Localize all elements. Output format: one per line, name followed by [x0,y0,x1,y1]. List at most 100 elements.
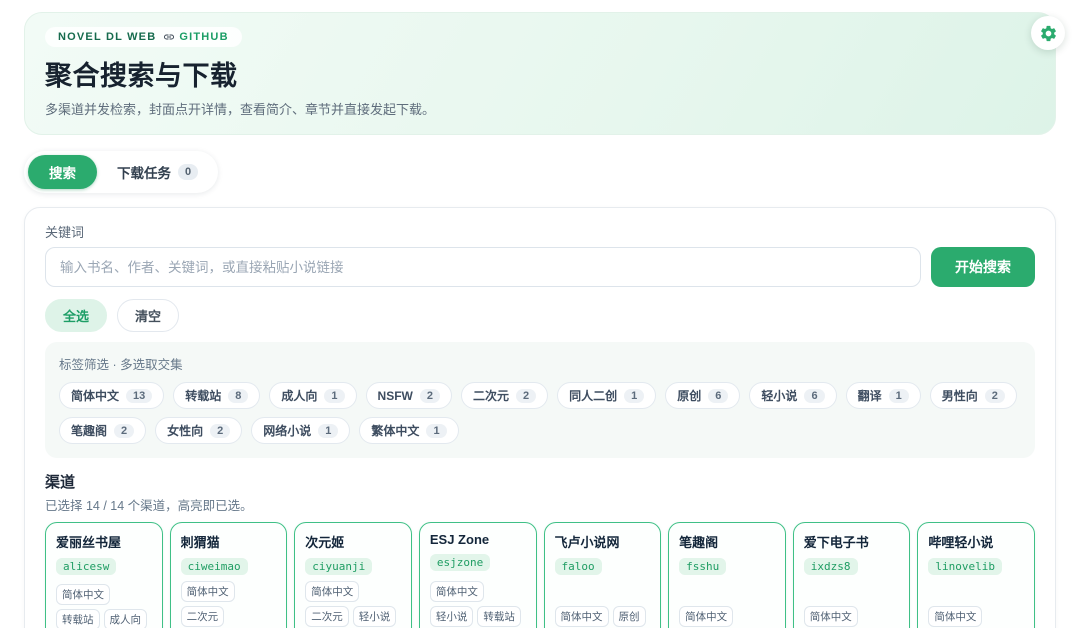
channels-heading: 渠道 [45,471,1035,492]
search-row: 开始搜索 [45,247,1035,287]
github-label: GITHUB [179,31,228,43]
filter-tag-count: 1 [318,424,338,438]
filter-tag-chip[interactable]: NSFW 2 [366,382,452,409]
filter-tag-label: 网络小说 [263,422,311,439]
channel-tag-list: 简体中文轻小说转载站 [928,600,1024,628]
channel-tag: 简体中文 [679,606,733,627]
channel-tag-list: 简体中文二次元轻小说原创 [305,575,401,628]
filter-tag-label: 二次元 [473,387,509,404]
channel-grid: 爱丽丝书屋 alicesw 简体中文转载站成人向NSFW 刺猬猫 ciweima… [45,522,1035,628]
tab-downloads[interactable]: 下载任务 0 [101,155,214,189]
channel-card[interactable]: 刺猬猫 ciweimao 简体中文二次元同人二创原创 [170,522,288,628]
filter-tag-chip[interactable]: 男性向 2 [930,382,1017,409]
tab-search[interactable]: 搜索 [28,155,97,189]
filter-tag-chip[interactable]: 轻小说 6 [749,382,836,409]
channel-code-badge: ixdzs8 [804,558,858,575]
github-link[interactable]: GITHUB [163,31,228,43]
filter-tag-label: 原创 [677,387,701,404]
filter-tag-chip[interactable]: 翻译 1 [846,382,921,409]
channel-tag: 轻小说 [430,606,474,627]
tag-filter-hint: 标签筛选 · 多选取交集 [59,354,1021,373]
channel-card[interactable]: 爱丽丝书屋 alicesw 简体中文转载站成人向NSFW [45,522,163,628]
start-search-button[interactable]: 开始搜索 [931,247,1035,287]
channel-tag: 二次元 [305,606,349,627]
channel-tag: 简体中文 [305,581,359,602]
filter-tag-count: 6 [804,389,824,403]
channel-tag: 轻小说 [353,606,397,627]
filter-tag-chip[interactable]: 笔趣阁 2 [59,417,146,444]
filter-tag-chip[interactable]: 原创 6 [665,382,740,409]
channel-tag: 简体中文 [928,606,982,627]
filter-tag-count: 2 [420,389,440,403]
page: NOVEL DL WEB GITHUB 聚合搜索与下载 多渠道并发检索，封面点开… [0,0,1080,628]
filter-tag-label: 翻译 [858,387,882,404]
clear-button[interactable]: 清空 [117,299,179,332]
tab-downloads-label: 下载任务 [117,162,171,182]
filter-tag-count: 1 [324,389,344,403]
channel-card[interactable]: ESJ Zone esjzone 简体中文轻小说转载站翻译NSFW [419,522,537,628]
gear-icon [1039,24,1058,43]
channel-tag: 简体中文 [430,581,484,602]
filter-chip-list: 简体中文 13 转载站 8 成人向 1 NSFW 2 二次元 2 同人二创 1 … [59,382,1021,444]
downloads-count-badge: 0 [178,164,198,180]
channel-tag-list: 简体中文二次元同人二创原创 [181,575,277,628]
filter-tag-count: 2 [516,389,536,403]
filter-tag-label: 笔趣阁 [71,422,107,439]
app-name: NOVEL DL WEB [58,31,156,43]
filter-tag-chip[interactable]: 转载站 8 [173,382,260,409]
channel-card[interactable]: 爱下电子书 ixdzs8 简体中文转载站 [793,522,911,628]
filter-tag-chip[interactable]: 二次元 2 [461,382,548,409]
search-panel: 关键词 开始搜索 全选 清空 标签筛选 · 多选取交集 简体中文 13 转载站 … [24,207,1056,628]
select-all-button[interactable]: 全选 [45,299,107,332]
search-input[interactable] [45,247,921,287]
settings-button[interactable] [1031,16,1065,50]
filter-tag-label: 轻小说 [761,387,797,404]
filter-tag-count: 6 [708,389,728,403]
channel-card[interactable]: 飞卢小说网 faloo 简体中文原创男性向 [544,522,662,628]
filter-tag-count: 1 [624,389,644,403]
filter-tag-count: 1 [889,389,909,403]
channel-tag: 转载站 [56,609,100,628]
channel-name: 爱下电子书 [804,532,900,551]
channel-tag-list: 简体中文原创男性向 [555,600,651,628]
channel-code-badge: ciweimao [181,558,248,575]
filter-tag-chip[interactable]: 简体中文 13 [59,382,164,409]
channel-tag: 简体中文 [555,606,609,627]
filter-tag-label: 转载站 [185,387,221,404]
tab-bar: 搜索 下载任务 0 [24,151,218,193]
channel-code-badge: linovelib [928,558,1002,575]
filter-tag-count: 2 [114,424,134,438]
filter-tag-label: 繁体中文 [371,422,419,439]
channel-tag-list: 简体中文轻小说转载站翻译NSFW [430,575,526,628]
channel-tag-list: 简体中文转载站 [804,600,900,628]
channel-tag: 简体中文 [804,606,858,627]
filter-tag-chip[interactable]: 女性向 2 [155,417,242,444]
filter-tag-chip[interactable]: 繁体中文 1 [359,417,458,444]
page-title: 聚合搜索与下载 [45,54,1035,93]
channel-tag: 成人向 [104,609,148,628]
channel-code-badge: fsshu [679,558,726,575]
channel-tag: 原创 [613,606,646,627]
channel-code-badge: ciyuanji [305,558,372,575]
channel-card[interactable]: 哔哩轻小说 linovelib 简体中文轻小说转载站 [917,522,1035,628]
channel-name: 哔哩轻小说 [928,532,1024,551]
link-icon [163,31,175,43]
filter-tag-count: 8 [228,389,248,403]
filter-tag-count: 13 [126,389,152,403]
channel-name: 刺猬猫 [181,532,277,551]
selection-actions: 全选 清空 [45,299,1035,332]
filter-tag-chip[interactable]: 成人向 1 [269,382,356,409]
filter-tag-chip[interactable]: 网络小说 1 [251,417,350,444]
channel-code-badge: alicesw [56,558,116,575]
header-hero: NOVEL DL WEB GITHUB 聚合搜索与下载 多渠道并发检索，封面点开… [24,12,1056,135]
filter-tag-count: 2 [985,389,1005,403]
channel-tag-list: 简体中文转载站笔趣阁 [679,600,775,628]
channel-card[interactable]: 笔趣阁 fsshu 简体中文转载站笔趣阁 [668,522,786,628]
keyword-label: 关键词 [45,222,1035,241]
channel-name: 爱丽丝书屋 [56,532,152,551]
channel-name: 飞卢小说网 [555,532,651,551]
filter-tag-chip[interactable]: 同人二创 1 [557,382,656,409]
app-badge: NOVEL DL WEB GITHUB [45,27,242,47]
channel-card[interactable]: 次元姬 ciyuanji 简体中文二次元轻小说原创 [294,522,412,628]
tag-filter-box: 标签筛选 · 多选取交集 简体中文 13 转载站 8 成人向 1 NSFW 2 … [45,342,1035,458]
